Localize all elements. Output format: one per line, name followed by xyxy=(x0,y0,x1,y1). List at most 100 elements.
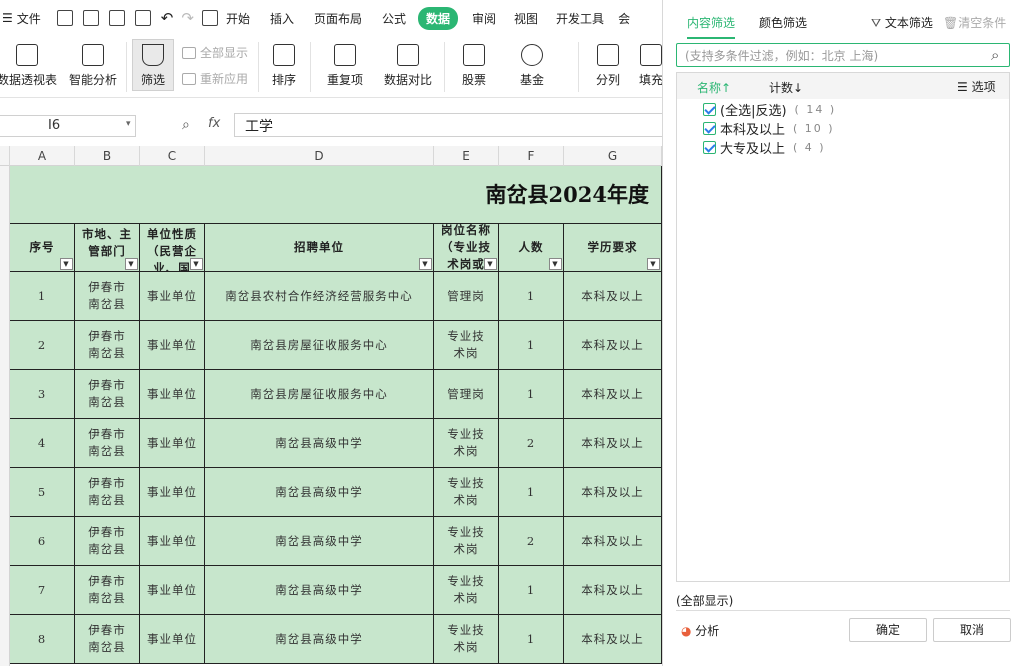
table-cell[interactable]: 专业技术岗 xyxy=(434,468,499,517)
list-item[interactable]: (全选|反选)( 14 ) xyxy=(703,100,836,119)
filter-dropdown-button[interactable]: ▼ xyxy=(190,258,203,270)
text-filter-button[interactable]: ⛛ 文本筛选 xyxy=(871,14,933,31)
select-all-corner[interactable] xyxy=(0,146,10,166)
table-cell[interactable]: 专业技术岗 xyxy=(434,321,499,370)
camera-icon[interactable] xyxy=(201,10,218,26)
filter-dropdown-button[interactable]: ▼ xyxy=(125,258,138,270)
table-cell[interactable]: 5 xyxy=(10,468,75,517)
sort-button[interactable]: 排序 xyxy=(266,36,302,88)
menu-formula[interactable]: 公式 xyxy=(382,10,406,27)
table-cell[interactable]: 事业单位 xyxy=(140,468,205,517)
search-icon[interactable]: ⌕ xyxy=(991,46,999,64)
table-cell[interactable]: 南岔县高级中学 xyxy=(205,468,434,517)
table-cell[interactable]: 本科及以上 xyxy=(564,615,662,664)
checkbox[interactable] xyxy=(703,103,716,116)
reapply-button[interactable]: 重新应用 xyxy=(182,70,248,87)
table-cell[interactable]: 1 xyxy=(499,566,564,615)
filter-dropdown-button[interactable]: ▼ xyxy=(484,258,497,270)
table-cell[interactable]: 1 xyxy=(499,615,564,664)
sort-by-name[interactable]: 名称↑ xyxy=(697,79,731,96)
table-cell[interactable]: 南岔县高级中学 xyxy=(205,566,434,615)
menu-page-layout[interactable]: 页面布局 xyxy=(314,10,362,27)
column-header[interactable]: A xyxy=(10,146,75,166)
header-cell[interactable]: 招聘单位 ▼ xyxy=(205,224,434,272)
table-cell[interactable]: 管理岗 xyxy=(434,272,499,321)
data-compare-button[interactable]: 数据对比 xyxy=(378,36,438,88)
menu-data[interactable]: 数据 xyxy=(418,6,459,30)
column-header[interactable]: G xyxy=(564,146,662,166)
header-cell[interactable]: 人数 ▼ xyxy=(499,224,564,272)
print-icon[interactable] xyxy=(108,10,125,26)
table-cell[interactable]: 6 xyxy=(10,517,75,566)
table-cell[interactable]: 专业技术岗 xyxy=(434,419,499,468)
table-cell[interactable]: 伊春市南岔县 xyxy=(75,321,140,370)
table-cell[interactable]: 本科及以上 xyxy=(564,370,662,419)
smart-analysis-button[interactable]: 智能分析 xyxy=(66,36,120,88)
table-cell[interactable]: 1 xyxy=(499,272,564,321)
column-header[interactable]: C xyxy=(140,146,205,166)
header-cell[interactable]: 学历要求 ▼ xyxy=(564,224,662,272)
fund-button[interactable]: 基金 xyxy=(514,36,550,88)
table-cell[interactable]: 事业单位 xyxy=(140,272,205,321)
filter-button[interactable]: 筛选 xyxy=(132,39,174,91)
table-cell[interactable]: 2 xyxy=(10,321,75,370)
checkbox[interactable] xyxy=(703,122,716,135)
table-cell[interactable]: 南岔县房屋征收服务中心 xyxy=(205,370,434,419)
name-box[interactable]: I6 xyxy=(0,115,136,137)
filter-dropdown-button[interactable]: ▼ xyxy=(419,258,432,270)
formula-input[interactable]: 工学 xyxy=(234,113,664,137)
table-cell[interactable]: 伊春市南岔县 xyxy=(75,370,140,419)
worksheet[interactable]: A B C D E F G 南岔县2024年度 序号 ▼ 市地、主管部门 ▼ 单位性质（民… xyxy=(0,146,662,666)
table-cell[interactable]: 事业单位 xyxy=(140,321,205,370)
zoom-icon[interactable]: ⌕ xyxy=(182,117,190,133)
list-item[interactable]: 本科及以上( 10 ) xyxy=(703,119,835,138)
table-cell[interactable]: 1 xyxy=(499,370,564,419)
table-cell[interactable]: 本科及以上 xyxy=(564,272,662,321)
tab-color-filter[interactable]: 颜色筛选 xyxy=(759,14,807,31)
sort-by-count[interactable]: 计数↓ xyxy=(769,79,803,96)
table-cell[interactable]: 专业技术岗 xyxy=(434,517,499,566)
menu-start[interactable]: 开始 xyxy=(226,10,250,27)
cancel-button[interactable]: 取消 xyxy=(933,618,1011,642)
column-header[interactable]: E xyxy=(434,146,499,166)
show-all-button[interactable]: 全部显示 xyxy=(182,44,248,61)
table-cell[interactable]: 管理岗 xyxy=(434,370,499,419)
filter-dropdown-button[interactable]: ▼ xyxy=(60,258,73,270)
clear-conditions-button[interactable]: 🗑清空条件 xyxy=(943,14,1006,31)
list-item[interactable]: 大专及以上( 4 ) xyxy=(703,138,826,157)
preview-icon[interactable] xyxy=(134,10,151,26)
table-cell[interactable]: 伊春市南岔县 xyxy=(75,272,140,321)
table-cell[interactable]: 事业单位 xyxy=(140,615,205,664)
table-cell[interactable]: 事业单位 xyxy=(140,370,205,419)
options-button[interactable]: ☰ 选项 xyxy=(957,78,996,95)
header-cell[interactable]: 市地、主管部门 ▼ xyxy=(75,224,140,272)
table-cell[interactable]: 4 xyxy=(10,419,75,468)
row-header-strip[interactable] xyxy=(0,166,10,666)
table-cell[interactable]: 本科及以上 xyxy=(564,321,662,370)
analyze-button[interactable]: ◕ 分析 xyxy=(681,622,719,639)
table-cell[interactable]: 南岔县农村合作经济经营服务中心 xyxy=(205,272,434,321)
table-cell[interactable]: 事业单位 xyxy=(140,419,205,468)
filter-search-input[interactable]: (支持多条件过滤，例如：北京 上海) xyxy=(676,43,1010,67)
table-cell[interactable]: 事业单位 xyxy=(140,566,205,615)
table-cell[interactable]: 8 xyxy=(10,615,75,664)
hamburger-icon[interactable]: ☰ xyxy=(2,11,13,25)
menu-view[interactable]: 视图 xyxy=(514,10,538,27)
table-cell[interactable]: 本科及以上 xyxy=(564,517,662,566)
fx-icon[interactable]: fx xyxy=(208,116,220,131)
filter-dropdown-button[interactable]: ▼ xyxy=(549,258,562,270)
filter-dropdown-button[interactable]: ▼ xyxy=(647,258,660,270)
table-cell[interactable]: 2 xyxy=(499,419,564,468)
table-cell[interactable]: 伊春市南岔县 xyxy=(75,517,140,566)
table-cell[interactable]: 本科及以上 xyxy=(564,566,662,615)
save-icon[interactable] xyxy=(56,10,73,26)
header-cell[interactable]: 岗位名称（专业技术岗或 ▼ xyxy=(434,224,499,272)
undo-icon[interactable]: ↶ xyxy=(161,9,174,27)
duplicates-button[interactable]: 重复项 xyxy=(320,36,370,88)
menu-file[interactable]: 文件 xyxy=(17,10,41,27)
table-cell[interactable]: 本科及以上 xyxy=(564,419,662,468)
menu-more[interactable]: 会 xyxy=(618,10,630,27)
table-cell[interactable]: 3 xyxy=(10,370,75,419)
column-header[interactable]: F xyxy=(499,146,564,166)
table-cell[interactable]: 伊春市南岔县 xyxy=(75,419,140,468)
